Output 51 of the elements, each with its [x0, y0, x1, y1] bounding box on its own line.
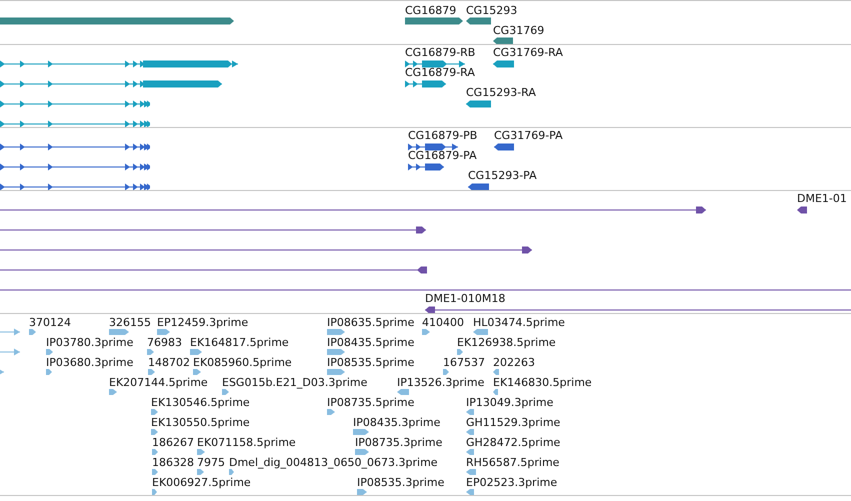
feature-label: IP03780.3prime [46, 336, 134, 349]
feature-label: IP08735.3prime [355, 436, 442, 449]
feature-label: IP08535.3prime [357, 476, 444, 489]
feature-label: CG16879-RA [405, 66, 475, 79]
feature-label: Dmel_dig_004813_0650_0673.3prime [229, 456, 438, 469]
feature-label: ESG015b.E21_D03.3prime [222, 376, 368, 389]
feature-label: GH11529.3prime [466, 416, 560, 429]
feature-label: EK006927.5prime [152, 476, 251, 489]
feature-label: IP13526.3prime [397, 376, 484, 389]
feature-label: EK146830.5prime [493, 376, 592, 389]
feature-label: CG31769 [493, 24, 544, 37]
feature-label: IP13049.3prime [466, 396, 554, 409]
feature-label: EK130550.5prime [151, 416, 250, 429]
feature-label: 410400 [422, 316, 464, 329]
feature-label: DME1-01 [797, 192, 847, 205]
feature-label: CG16879 [405, 4, 456, 17]
feature-label: IP08435.3prime [353, 416, 440, 429]
feature-label: CG31769-RA [493, 46, 563, 59]
feature-label: EP02523.3prime [466, 476, 558, 489]
feature-label: CG16879-PB [408, 129, 478, 142]
feature-label: CG16879-RB [405, 46, 476, 59]
feature-label: CG15293 [466, 4, 518, 17]
feature-label: EK164817.5prime [190, 336, 289, 349]
feature-label: IP08435.5prime [327, 336, 414, 349]
feature-label: RH56587.5prime [466, 456, 560, 469]
feature-label: EK130546.5prime [151, 396, 250, 409]
feature-label: IP08535.5prime [327, 356, 414, 369]
feature-label: EK071158.5prime [197, 436, 296, 449]
feature-label: HL03474.5prime [473, 316, 565, 329]
feature-label: 167537 [443, 356, 485, 369]
feature-label: CG31769-PA [494, 129, 563, 142]
feature-label: IP08635.5prime [327, 316, 414, 329]
feature-label: GH28472.5prime [466, 436, 560, 449]
feature-label: 370124 [29, 316, 71, 329]
feature-label: IP08735.5prime [327, 396, 414, 409]
feature-label: EK126938.5prime [457, 336, 556, 349]
feature-label: 202263 [493, 356, 535, 369]
feature-label: CG16879-PA [408, 149, 477, 162]
feature-label: EP12459.3prime [157, 316, 248, 329]
feature-label: 186267 [152, 436, 194, 449]
feature-label: EK085960.5prime [193, 356, 292, 369]
feature-label: 186328 [152, 456, 194, 469]
feature-label: 76983 [147, 336, 182, 349]
feature-label: CG15293-RA [466, 86, 536, 99]
feature-label: EK207144.5prime [109, 376, 208, 389]
feature-label: CG15293-PA [468, 169, 537, 182]
feature-label: 148702 [148, 356, 190, 369]
feature-label: DME1-010M18 [425, 292, 506, 305]
feature-label: IP03680.3prime [46, 356, 134, 369]
feature-label: 326155 [109, 316, 151, 329]
feature-label: 7975 [197, 456, 225, 469]
